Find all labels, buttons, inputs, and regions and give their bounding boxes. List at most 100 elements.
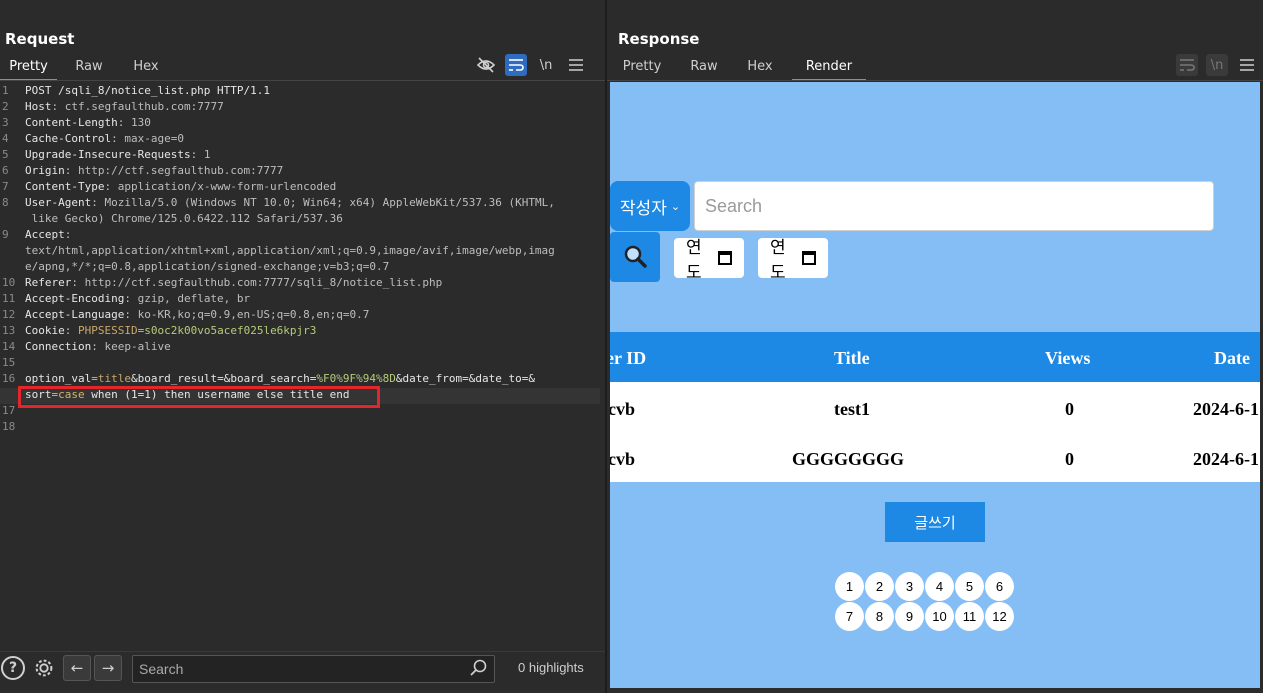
table-cell-user: cvb xyxy=(610,449,635,469)
code-line[interactable]: 4 Cache-Control: max-age=0 xyxy=(0,132,600,148)
code-line[interactable]: 15 xyxy=(0,356,600,372)
highlight-box xyxy=(18,386,380,408)
response-tab-hex[interactable]: Hex xyxy=(735,57,785,81)
code-line[interactable]: 6 Origin: http://ctf.segfaulthub.com:7777 xyxy=(0,164,600,180)
render-search-input[interactable] xyxy=(695,182,1213,230)
line-text: Cache-Control: max-age=0 xyxy=(25,132,184,145)
code-line[interactable]: 12 Accept-Language: ko-KR,ko;q=0.9,en-US;… xyxy=(0,308,600,324)
code-line[interactable]: 1 POST /sqli_8/notice_list.php HTTP/1.1 xyxy=(0,84,600,100)
page-button-8[interactable]: 8 xyxy=(865,602,894,631)
column-header-user-id: er ID xyxy=(610,348,647,368)
line-text: POST /sqli_8/notice_list.php HTTP/1.1 xyxy=(25,84,270,97)
line-number: 11 xyxy=(2,292,16,305)
code-line[interactable]: 7 Content-Type: application/x-www-form-ur… xyxy=(0,180,600,196)
table-cell-title[interactable]: GGGGGGGG xyxy=(792,449,904,470)
line-number: 13 xyxy=(2,324,16,337)
line-text: Accept: xyxy=(25,228,71,241)
code-token: Cookie xyxy=(25,324,65,337)
code-line[interactable]: 2 Host: ctf.segfaulthub.com:7777 xyxy=(0,100,600,116)
date-to-input[interactable]: 연도 xyxy=(758,238,828,282)
code-line[interactable]: 8 User-Agent: Mozilla/5.0 (Windows NT 10.… xyxy=(0,196,600,212)
table-header xyxy=(610,332,1260,382)
newline-icon[interactable]: \n xyxy=(1206,54,1228,76)
line-text: Referer: http://ctf.segfaulthub.com:7777… xyxy=(25,276,442,289)
code-token: Content-Type xyxy=(25,180,105,193)
write-button[interactable]: 글쓰기 xyxy=(885,502,985,542)
forward-arrow-icon[interactable]: → xyxy=(94,655,122,681)
request-search-input[interactable] xyxy=(133,656,453,682)
code-line[interactable]: 3 Content-Length: 130 xyxy=(0,116,600,132)
code-line[interactable]: text/html,application/xhtml+xml,applicat… xyxy=(0,244,600,260)
code-token: e/apng,*/*;q=0.8,application/signed-exch… xyxy=(25,260,390,273)
date-to-label: 연도 xyxy=(770,238,786,282)
back-arrow-icon[interactable]: ← xyxy=(63,655,91,681)
page-button-1[interactable]: 1 xyxy=(835,572,864,601)
code-token: s0oc2k00vo5acef025le6kpjr3 xyxy=(144,324,317,337)
wrap-icon[interactable] xyxy=(505,54,527,76)
help-icon[interactable]: ? xyxy=(1,656,25,680)
response-tab-render[interactable]: Render xyxy=(792,57,866,81)
line-number: 5 xyxy=(2,148,9,161)
page-button-5[interactable]: 5 xyxy=(955,572,984,601)
response-tab-pretty[interactable]: Pretty xyxy=(611,57,673,81)
code-token: : application/x-www-form-urlencoded xyxy=(104,180,337,193)
request-tab-raw[interactable]: Raw xyxy=(57,57,121,81)
line-text: Content-Type: application/x-www-form-url… xyxy=(25,180,336,193)
code-token: Host xyxy=(25,100,52,113)
request-tab-pretty[interactable]: Pretty xyxy=(0,57,57,81)
menu-icon[interactable] xyxy=(1236,54,1258,76)
response-title: Response xyxy=(618,30,700,48)
code-line[interactable]: 13 Cookie: PHPSESSID=s0oc2k00vo5acef025le… xyxy=(0,324,600,340)
code-line[interactable]: 5 Upgrade-Insecure-Requests: 1 xyxy=(0,148,600,164)
code-line[interactable]: e/apng,*/*;q=0.8,application/signed-exch… xyxy=(0,260,600,276)
date-from-input[interactable]: 연도 xyxy=(674,238,744,282)
page-button-12[interactable]: 12 xyxy=(985,602,1014,631)
code-line[interactable]: 18 xyxy=(0,420,600,436)
request-pane: Request Pretty Raw Hex \n 1 POST /sqli_8/… xyxy=(0,0,605,693)
page-button-4[interactable]: 4 xyxy=(925,572,954,601)
code-line[interactable]: like Gecko) Chrome/125.0.6422.112 Safari… xyxy=(0,212,600,228)
code-token: Origin xyxy=(25,164,65,177)
page-button-9[interactable]: 9 xyxy=(895,602,924,631)
menu-icon[interactable] xyxy=(565,54,587,76)
line-number: 12 xyxy=(2,308,16,321)
search-field-select[interactable]: 작성자 ⌄ xyxy=(610,181,690,231)
date-from-label: 연도 xyxy=(686,238,702,282)
request-editor[interactable]: 1 POST /sqli_8/notice_list.php HTTP/1.1 2 H… xyxy=(0,84,600,644)
table-cell-title[interactable]: test1 xyxy=(834,399,870,420)
page-button-7[interactable]: 7 xyxy=(835,602,864,631)
code-token: option_val xyxy=(25,372,92,385)
code-token: : http://ctf.segfaulthub.com:7777/sqli_8… xyxy=(71,276,443,289)
table-cell-views: 0 xyxy=(1065,449,1074,469)
response-tab-raw[interactable]: Raw xyxy=(673,57,735,81)
response-tab-rule xyxy=(607,80,1263,81)
eye-off-icon[interactable] xyxy=(475,54,497,76)
code-line[interactable]: 10 Referer: http://ctf.segfaulthub.com:77… xyxy=(0,276,600,292)
line-text: e/apng,*/*;q=0.8,application/signed-exch… xyxy=(25,260,389,273)
code-token: text/html,application/xhtml+xml,applicat… xyxy=(25,244,555,257)
code-line[interactable]: 14 Connection: keep-alive xyxy=(0,340,600,356)
column-header-views: Views xyxy=(1045,348,1091,368)
code-token: : http://ctf.segfaulthub.com:7777 xyxy=(64,164,284,177)
line-number: 3 xyxy=(2,116,9,129)
gear-icon[interactable] xyxy=(32,656,56,680)
page-button-11[interactable]: 11 xyxy=(955,602,984,631)
wrap-icon[interactable] xyxy=(1176,54,1198,76)
page-button-3[interactable]: 3 xyxy=(895,572,924,601)
render-search-button[interactable] xyxy=(610,232,660,282)
line-number: 1 xyxy=(2,84,9,97)
request-tab-hex[interactable]: Hex xyxy=(121,57,171,81)
line-number: 7 xyxy=(2,180,9,193)
table-cell-date: 2024-6-1 xyxy=(1193,449,1259,469)
newline-icon[interactable]: \n xyxy=(535,54,557,76)
code-token: : xyxy=(64,228,72,241)
page-button-2[interactable]: 2 xyxy=(865,572,894,601)
page-button-10[interactable]: 10 xyxy=(925,602,954,631)
code-line[interactable]: 9 Accept: xyxy=(0,228,600,244)
calendar-icon xyxy=(802,251,816,265)
page-button-6[interactable]: 6 xyxy=(985,572,1014,601)
request-toolbar: \n xyxy=(475,54,587,76)
line-number: 6 xyxy=(2,164,9,177)
search-field-select-label: 작성자 xyxy=(619,198,667,218)
code-line[interactable]: 11 Accept-Encoding: gzip, deflate, br xyxy=(0,292,600,308)
